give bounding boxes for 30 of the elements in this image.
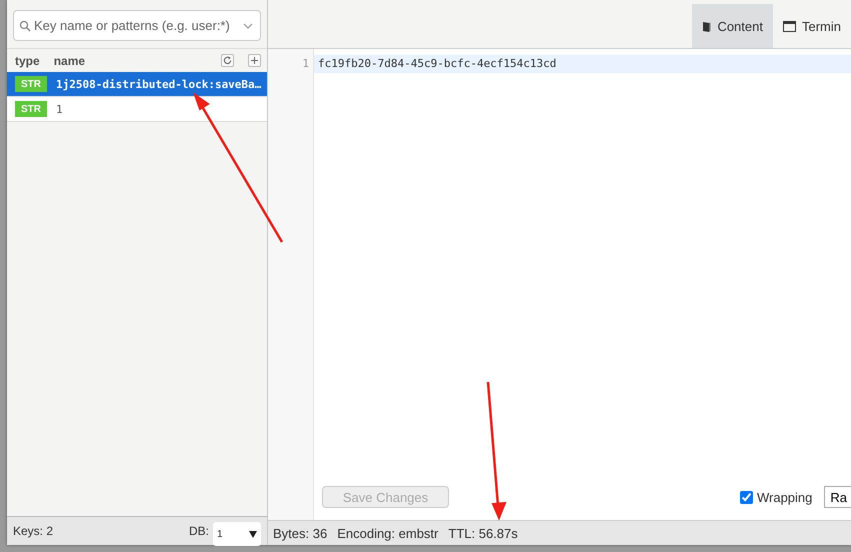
column-header: type xyxy=(15,54,40,68)
keys-count: Keys: 2 xyxy=(13,524,54,538)
tab[interactable]: Termin xyxy=(772,4,851,48)
key-name: 1j2508-distributed-lock:saveBa… xyxy=(56,78,262,90)
refresh-icon xyxy=(223,56,232,65)
key-row[interactable]: STR 1 xyxy=(7,97,267,122)
db-label: DB: xyxy=(188,524,209,538)
book-icon xyxy=(702,20,712,32)
add-button[interactable] xyxy=(248,54,261,67)
status-text: Encoding: embstr xyxy=(337,526,438,540)
status-text: Bytes: 36 xyxy=(273,526,328,540)
tab[interactable]: Content xyxy=(692,4,773,48)
wrapping-label: Wrapping xyxy=(756,490,812,504)
type-badge: STR xyxy=(15,101,47,117)
search-field[interactable]: Key name or patterns (e.g. user:*) xyxy=(13,10,261,41)
wrapping-checkbox[interactable] xyxy=(740,490,753,504)
window-icon xyxy=(782,20,796,32)
key-name: 1 xyxy=(56,102,63,116)
line-number: 1 xyxy=(301,56,310,72)
key-row[interactable]: STR 1j2508-distributed-lock:saveBa… xyxy=(7,72,267,97)
refresh-button[interactable] xyxy=(221,54,234,67)
search-icon xyxy=(19,20,31,32)
status-text: TTL: 56.87s xyxy=(448,526,518,540)
format-select[interactable]: Ra xyxy=(824,486,851,508)
db-select[interactable]: 1 xyxy=(213,522,261,546)
column-header: name xyxy=(54,54,86,68)
plus-icon xyxy=(251,57,258,64)
chevron-icon xyxy=(243,23,253,29)
dropdown-icon xyxy=(249,530,257,538)
type-badge: STR xyxy=(15,76,47,92)
